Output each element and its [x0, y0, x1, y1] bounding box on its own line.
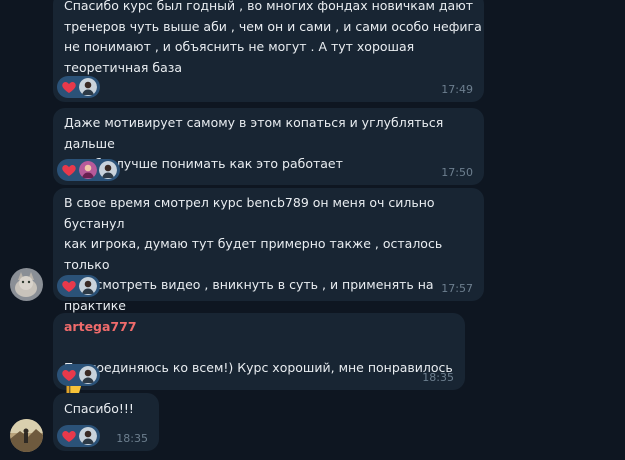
- reactor-avatar: [79, 161, 97, 179]
- reactor-avatar: [79, 427, 97, 445]
- cat-avatar-icon: [10, 268, 43, 301]
- message-text: Спасибо!!!: [64, 401, 134, 416]
- message-time: 17:50: [441, 166, 473, 179]
- heart-icon: [62, 370, 76, 381]
- reaction-pill[interactable]: [57, 159, 120, 181]
- landscape-avatar-icon: [10, 419, 43, 452]
- reaction-pill[interactable]: [57, 76, 100, 98]
- reaction-pill[interactable]: [57, 425, 100, 447]
- message-bubble[interactable]: Даже мотивирует самому в этом копаться и…: [53, 108, 484, 185]
- reaction-pill[interactable]: [57, 275, 100, 297]
- reactor-avatar: [79, 277, 97, 295]
- reactor-avatar: [99, 161, 117, 179]
- message-time: 17:49: [441, 83, 473, 96]
- heart-icon: [62, 82, 76, 93]
- heart-icon: [62, 281, 76, 292]
- user-avatar[interactable]: [10, 419, 43, 452]
- message-bubble[interactable]: artega777 Присоединяюсь ко всем!) Курс х…: [53, 313, 465, 394]
- message-time: 17:57: [441, 282, 473, 295]
- message-text-content: Присоединяюсь ко всем!) Курс хороший, мн…: [64, 359, 453, 375]
- heart-icon: [62, 431, 76, 442]
- reactor-avatar: [79, 78, 97, 96]
- reactor-avatar: [79, 366, 97, 384]
- reaction-pill[interactable]: [57, 364, 100, 386]
- message-text: Спасибо курс был годный , во многих фонд…: [64, 0, 482, 75]
- sender-name[interactable]: artega777: [64, 319, 137, 334]
- user-avatar[interactable]: [10, 268, 43, 301]
- message-bubble[interactable]: В свое время смотрел курс bencb789 он ме…: [53, 188, 484, 333]
- message-bubble[interactable]: Спасибо!!! 18:35: [53, 393, 159, 451]
- message-bubble[interactable]: Спасибо курс был годный , во многих фонд…: [53, 0, 484, 102]
- heart-icon: [62, 165, 76, 176]
- message-time: 18:35: [116, 432, 148, 445]
- message-time: 18:35: [422, 371, 454, 384]
- message-text: Даже мотивирует самому в этом копаться и…: [64, 115, 444, 171]
